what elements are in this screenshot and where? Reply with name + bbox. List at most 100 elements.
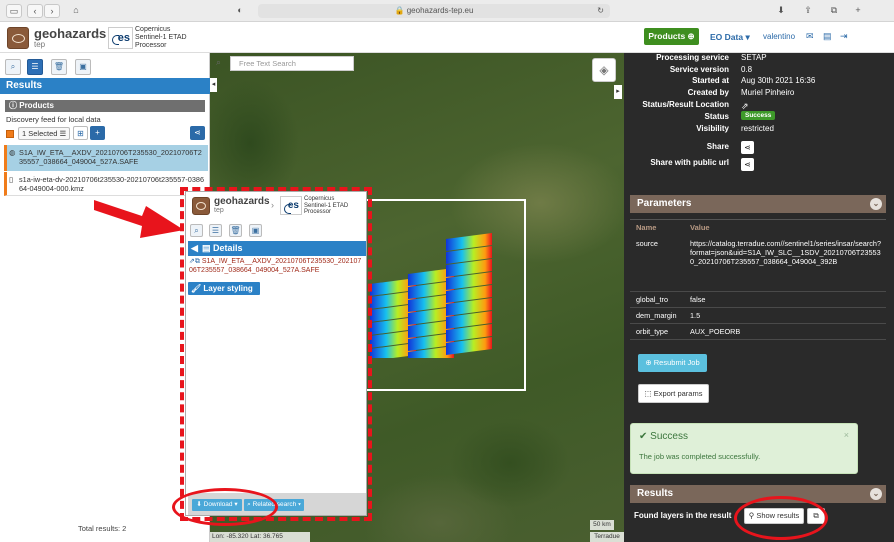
info-value: Muriel Pinheiro (741, 88, 795, 97)
coordinates-readout: Lon: -85.320 Lat: 36.765 (210, 532, 310, 542)
selected-label: 1 Selected (22, 129, 58, 138)
resubmit-job-button[interactable]: ⊕ Resubmit Job (638, 354, 707, 372)
param-value: false (690, 295, 706, 304)
free-text-search-input[interactable]: Free Text Search (230, 56, 354, 71)
processor-title-l3: Processor (135, 42, 167, 49)
info-value: 0.8 (741, 65, 753, 74)
discovery-text: Discovery feed for local data (6, 115, 101, 124)
basket-icon[interactable]: 🗑 (51, 59, 67, 75)
products-bar[interactable]: ⓘ Products (5, 100, 205, 112)
products-button-label: Products (648, 31, 686, 41)
list-item[interactable]: ◍ S1A_IW_ETA__AXDV_20210706T235530_20210… (4, 145, 208, 171)
list-icon[interactable]: ☰ (27, 59, 43, 75)
select-all-checkbox[interactable] (6, 130, 14, 138)
collapse-right-icon[interactable]: ▸ (614, 85, 622, 99)
info-value: Aug 30th 2021 16:36 (741, 76, 816, 85)
tabs-icon[interactable]: ⧉ (826, 4, 842, 18)
param-value: https://catalog.terradue.com//sentinel1/… (690, 239, 882, 266)
share-public-url-icon[interactable]: ⋖ (741, 158, 754, 171)
info-value: restricted (741, 124, 774, 133)
info-key: Started at (692, 76, 729, 85)
home-icon[interactable]: ⌂ (68, 4, 84, 18)
info-key: Status (704, 112, 729, 121)
eo-data-menu[interactable]: EO Data ▾ (710, 32, 750, 43)
share-icon[interactable]: ⋖ (741, 141, 754, 154)
param-name: global_tro (636, 295, 669, 304)
resubmit-label: Resubmit Job (653, 358, 700, 367)
search-icon[interactable]: ⌕ (5, 59, 21, 75)
result-name: S1A_IW_ETA__AXDV_20210706T235530_2021070… (19, 148, 202, 166)
chevron-down-icon: ⌄ (870, 488, 882, 500)
left-panel: ⌕ ☰ 🗑 ▣ Results ⓘ Products Discovery fee… (0, 53, 210, 542)
browser-toolbar: ▭ ‹ › ⌂ ◐ 🔒 geohazards-tep.eu ↻ ⬇ ⇪ ⧉ + (0, 0, 894, 22)
info-key: Status/Result Location (642, 100, 729, 109)
back-icon[interactable]: ‹ (27, 4, 43, 18)
add-to-basket-icon[interactable]: ⊞ (73, 126, 88, 140)
annotation-ellipse-show-results (734, 496, 828, 540)
check-circle-icon: ✔ (639, 431, 648, 442)
param-value: AUX_POEORB (690, 327, 741, 336)
lock-icon: 🔒 (394, 6, 405, 15)
close-icon[interactable]: × (844, 430, 849, 440)
success-text: The job was completed successfully. (639, 452, 761, 461)
param-row: dem_margin 1.5 (630, 308, 886, 324)
add-to-folder-icon[interactable]: + (90, 126, 105, 140)
mail-icon[interactable]: ✉ (806, 31, 814, 42)
layers-icon[interactable]: ◈ (592, 58, 616, 82)
found-layers-label: Found layers in the result (634, 511, 732, 520)
param-name: orbit_type (636, 327, 669, 336)
products-button[interactable]: Products ⊕ (644, 28, 699, 45)
status-badge: Success (741, 111, 776, 120)
results-title: Results (637, 488, 674, 499)
selected-dropdown[interactable]: 1 Selected ☰ (18, 127, 71, 140)
new-tab-icon[interactable]: + (850, 4, 866, 18)
chevron-right-icon: › (96, 31, 100, 42)
chevron-down-icon: ⌄ (870, 198, 882, 210)
forward-icon[interactable]: › (44, 4, 60, 18)
info-key: Share with public url (650, 158, 729, 167)
app-header: geohazards tep › es Copernicus Sentinel-… (0, 23, 894, 53)
param-name: source (636, 239, 658, 248)
reload-icon[interactable]: ↻ (597, 4, 604, 18)
info-icon: ⓘ (9, 101, 17, 110)
attribution[interactable]: Terradue (590, 532, 624, 542)
logout-icon[interactable]: ⇥ (840, 31, 848, 42)
share-results-icon[interactable]: ⋖ (190, 126, 205, 140)
param-row: orbit_type AUX_POEORB (630, 324, 886, 340)
col-name-header: Name (636, 223, 657, 232)
brand-sub: tep (34, 40, 46, 49)
success-alert: ✔ Success The job was completed successf… (630, 423, 858, 474)
archive-icon[interactable]: ▣ (75, 59, 91, 75)
file-icon: ▯ (9, 175, 14, 184)
privacy-shield-icon[interactable]: ◐ (232, 4, 248, 18)
processor-title-l1: Copernicus (135, 26, 171, 33)
annotation-dashed-frame (180, 187, 372, 521)
param-name: dem_margin (636, 311, 677, 320)
success-title-text: Success (650, 431, 688, 442)
param-row: global_tro false (630, 292, 886, 308)
download-icon[interactable]: ⬇ (773, 4, 789, 18)
job-details-panel: Processing service SETAP Service version 0.… (624, 53, 894, 542)
products-bar-label: Products (19, 101, 54, 110)
plus-circle-icon: ⊕ (645, 358, 652, 367)
collapse-left-icon[interactable]: ◂ (210, 78, 217, 92)
info-key: Visibility (696, 124, 729, 133)
geohazards-logo[interactable] (7, 27, 29, 49)
col-value-header: Value (690, 223, 710, 232)
book-icon[interactable]: ▤ (823, 31, 832, 42)
export-label: Export params (653, 389, 703, 398)
sidebar-toggle-icon[interactable]: ▭ (6, 4, 22, 18)
share-icon[interactable]: ⇪ (800, 4, 816, 18)
parameters-header[interactable]: Parameters ⌄ (630, 195, 886, 213)
parameters-table: Name Value source https://catalog.terradu… (630, 219, 886, 347)
processor-title-l2: Sentinel-1 ETAD (135, 34, 187, 41)
etad-layer (370, 233, 492, 358)
address-bar[interactable]: 🔒 geohazards-tep.eu ↻ (258, 4, 610, 18)
user-menu[interactable]: valentino (763, 32, 795, 41)
annotation-ellipse-download (172, 488, 278, 526)
search-icon: ⌕ (216, 57, 222, 67)
result-name: s1a-iw-eta-dv-20210706t235530-20210706t2… (19, 175, 205, 193)
plus-circle-icon: ⊕ (687, 31, 695, 41)
export-params-button[interactable]: ⬚ Export params (638, 384, 709, 403)
info-key: Created by (687, 88, 729, 97)
